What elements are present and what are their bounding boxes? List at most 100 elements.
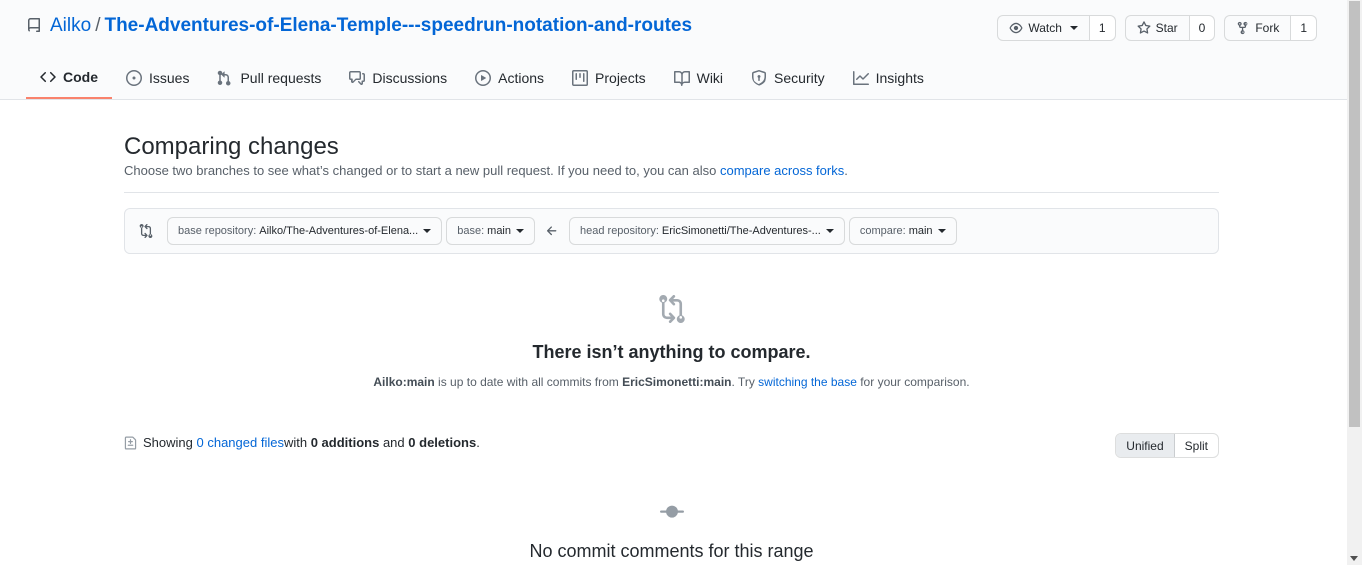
- tab-issues-label: Issues: [149, 70, 190, 86]
- repo-separator: /: [95, 15, 101, 36]
- star-icon: [1137, 21, 1151, 34]
- tab-wiki-label: Wiki: [696, 70, 724, 86]
- watch-button[interactable]: Watch: [998, 16, 1090, 40]
- additions-count: 0 additions: [310, 435, 380, 450]
- fork-icon: [1238, 21, 1248, 35]
- base-branch-value: main: [487, 225, 511, 237]
- base-repository-select[interactable]: base repository: Ailko/The-Adventures-of…: [167, 217, 443, 245]
- diff-view-toggle: Unified Split: [1115, 433, 1219, 458]
- fork-label: Fork: [1255, 21, 1280, 35]
- tab-issues[interactable]: Issues: [112, 57, 203, 99]
- graph-icon: [852, 71, 869, 85]
- repo-title: Ailko / The-Adventures-of-Elena-Temple--…: [26, 15, 692, 37]
- page-title: Comparing changes: [124, 133, 339, 160]
- repo-nav: Code Issues Pull requests Discussions Ac…: [26, 57, 938, 100]
- compare-branch-select[interactable]: compare: main: [848, 217, 957, 245]
- fork-button-group: Fork 1: [1224, 15, 1317, 41]
- watch-button-group: Watch 1: [997, 15, 1116, 41]
- tab-discussions-label: Discussions: [372, 70, 448, 86]
- book-icon: [673, 71, 690, 86]
- vertical-scrollbar[interactable]: [1347, 0, 1362, 565]
- tab-projects[interactable]: Projects: [558, 57, 660, 99]
- unified-button[interactable]: Unified: [1116, 434, 1175, 457]
- head-repository-value: EricSimonetti/The-Adventures-...: [661, 225, 821, 237]
- file-diff-icon: [124, 436, 137, 449]
- star-button[interactable]: Star: [1126, 16, 1190, 40]
- chevron-down-icon: [423, 229, 432, 233]
- star-label: Star: [1155, 21, 1178, 35]
- repo-icon: [27, 18, 40, 32]
- tab-insights-label: Insights: [875, 70, 924, 86]
- tab-security-label: Security: [774, 70, 825, 86]
- compare-branch-value: main: [908, 225, 933, 237]
- changed-files-link[interactable]: 0 changed files: [197, 435, 284, 450]
- scrollbar-thumb[interactable]: [1349, 1, 1360, 427]
- discussion-icon: [349, 71, 366, 85]
- fork-button[interactable]: Fork: [1225, 16, 1292, 40]
- blank-slate: There isn’t anything to compare. Ailko:m…: [124, 295, 1219, 389]
- summary-with: with: [283, 435, 308, 450]
- pull-request-icon: [218, 70, 231, 86]
- tab-actions[interactable]: Actions: [461, 57, 558, 99]
- repo-owner-link[interactable]: Ailko: [50, 15, 91, 37]
- head-repository-label: head repository:: [580, 225, 659, 237]
- page-description: Choose two branches to see what’s change…: [124, 163, 848, 178]
- watch-count[interactable]: 1: [1089, 16, 1115, 40]
- base-branch-label: base:: [457, 225, 485, 237]
- shield-icon: [752, 70, 767, 86]
- git-compare-icon: [139, 224, 153, 238]
- code-icon: [40, 71, 56, 83]
- repo-header: Ailko / The-Adventures-of-Elena-Temple--…: [0, 0, 1347, 100]
- base-ref: Ailko:main: [373, 375, 435, 389]
- page-description-text: Choose two branches to see what’s change…: [124, 163, 720, 178]
- issue-icon: [126, 70, 142, 86]
- tab-projects-label: Projects: [595, 70, 646, 86]
- summary-period: .: [476, 435, 480, 450]
- scroll-down-arrow-icon[interactable]: [1350, 556, 1358, 561]
- tab-discussions[interactable]: Discussions: [335, 57, 461, 99]
- tab-pull-requests[interactable]: Pull requests: [203, 57, 335, 99]
- tab-pull-requests-label: Pull requests: [240, 70, 322, 86]
- chevron-down-icon: [825, 229, 834, 233]
- watch-label: Watch: [1028, 21, 1062, 35]
- git-compare-icon: [658, 295, 685, 323]
- star-count[interactable]: 0: [1189, 16, 1215, 40]
- tab-code-label: Code: [63, 69, 98, 85]
- base-repository-value: Ailko/The-Adventures-of-Elena...: [259, 225, 419, 237]
- head-ref: EricSimonetti:main: [622, 375, 732, 389]
- repo-name-link[interactable]: The-Adventures-of-Elena-Temple---speedru…: [104, 15, 692, 37]
- tab-insights[interactable]: Insights: [839, 57, 938, 99]
- blank-slate-title: There isn’t anything to compare.: [532, 342, 811, 362]
- compare-branch-label: compare:: [859, 225, 906, 237]
- compare-range-editor: base repository: Ailko/The-Adventures-of…: [124, 208, 1219, 254]
- chevron-down-icon: [516, 229, 524, 233]
- divider: [124, 192, 1219, 193]
- head-repository-select[interactable]: head repository: EricSimonetti/The-Adven…: [569, 217, 845, 245]
- tab-security[interactable]: Security: [737, 57, 839, 99]
- no-comments-section: No commit comments for this range: [124, 500, 1219, 562]
- compare-across-forks-link[interactable]: compare across forks: [720, 163, 844, 178]
- play-icon: [475, 70, 492, 86]
- chevron-down-icon: [1069, 26, 1078, 30]
- page-description-suffix: .: [844, 163, 848, 178]
- no-comments-title: No commit comments for this range: [529, 541, 814, 561]
- deletions-count: 0 deletions: [408, 435, 477, 450]
- tab-wiki[interactable]: Wiki: [660, 57, 737, 99]
- project-icon: [572, 70, 589, 86]
- star-button-group: Star 0: [1124, 15, 1216, 41]
- blank-slate-description: Ailko:main is up to date with all commit…: [124, 375, 1219, 389]
- switching-base-link[interactable]: switching the base: [758, 375, 857, 389]
- diff-summary: Showing 0 changed files with 0 additions…: [124, 435, 480, 450]
- fork-count[interactable]: 1: [1291, 16, 1316, 40]
- eye-icon: [1009, 22, 1023, 34]
- chevron-down-icon: [937, 229, 946, 233]
- summary-and: and: [382, 435, 405, 450]
- split-button[interactable]: Split: [1175, 434, 1218, 457]
- tab-code[interactable]: Code: [26, 57, 112, 99]
- base-repository-label: base repository:: [178, 225, 257, 237]
- base-branch-select[interactable]: base: main: [446, 217, 535, 245]
- summary-showing: Showing: [143, 435, 193, 450]
- arrow-left-icon: [546, 226, 557, 236]
- git-commit-icon: [659, 505, 684, 518]
- blank-text-1: is up to date with all commits from: [434, 375, 623, 389]
